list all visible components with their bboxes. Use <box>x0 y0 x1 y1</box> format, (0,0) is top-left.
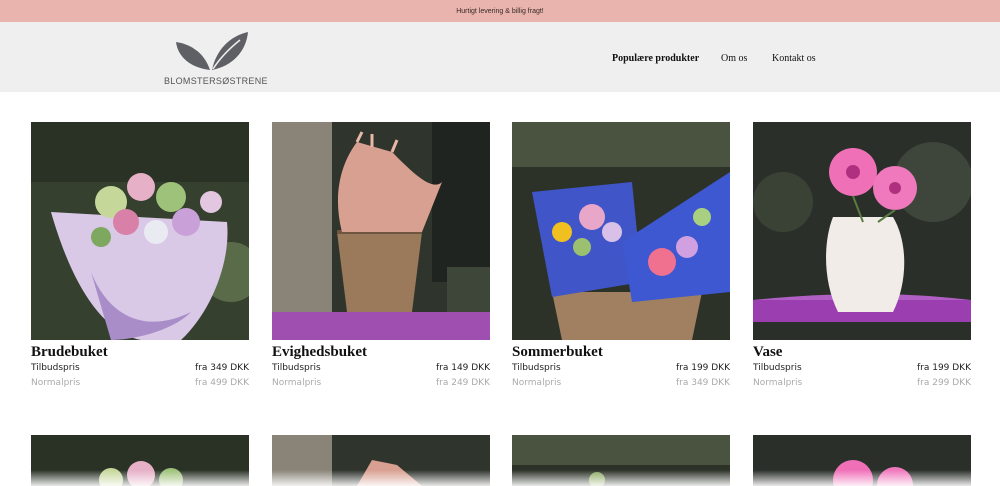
product-name[interactable]: Vase <box>753 344 971 361</box>
normal-price-row: Normalpris fra 349 DKK <box>512 378 730 388</box>
offer-price-label: Tilbudspris <box>512 363 561 373</box>
product-image-vase[interactable] <box>753 122 971 340</box>
normal-price-value: fra 299 DKK <box>916 378 971 388</box>
offer-price-value: fra 199 DKK <box>916 363 971 373</box>
offer-price-label: Tilbudspris <box>753 363 802 373</box>
product-name[interactable]: Sommerbuket <box>512 344 730 361</box>
product-grid: Brudebuket Tilbudspris fra 349 DKK Norma… <box>0 0 1000 486</box>
normal-price-label: Normalpris <box>31 378 81 388</box>
normal-price-row: Normalpris fra 299 DKK <box>753 378 971 388</box>
normal-price-row: Normalpris fra 499 DKK <box>31 378 249 388</box>
offer-price-value: fra 349 DKK <box>194 363 249 373</box>
product-name[interactable]: Brudebuket <box>31 344 249 361</box>
normal-price-label: Normalpris <box>512 378 562 388</box>
offer-price-label: Tilbudspris <box>31 363 80 373</box>
normal-price-row: Normalpris fra 249 DKK <box>272 378 490 388</box>
normal-price-value: fra 349 DKK <box>675 378 730 388</box>
offer-price-label: Tilbudspris <box>272 363 321 373</box>
offer-price-row: Tilbudspris fra 199 DKK <box>512 363 730 373</box>
product-image-evighedsbuket[interactable] <box>272 122 490 340</box>
normal-price-value: fra 499 DKK <box>194 378 249 388</box>
offer-price-row: Tilbudspris fra 199 DKK <box>753 363 971 373</box>
bottom-fade <box>0 470 1000 486</box>
normal-price-label: Normalpris <box>753 378 803 388</box>
offer-price-row: Tilbudspris fra 149 DKK <box>272 363 490 373</box>
product-image-sommerbuket[interactable] <box>512 122 730 340</box>
product-name[interactable]: Evighedsbuket <box>272 344 490 361</box>
offer-price-value: fra 199 DKK <box>675 363 730 373</box>
normal-price-label: Normalpris <box>272 378 322 388</box>
product-image-brudebuket[interactable] <box>31 122 249 340</box>
offer-price-value: fra 149 DKK <box>435 363 490 373</box>
offer-price-row: Tilbudspris fra 349 DKK <box>31 363 249 373</box>
normal-price-value: fra 249 DKK <box>435 378 490 388</box>
